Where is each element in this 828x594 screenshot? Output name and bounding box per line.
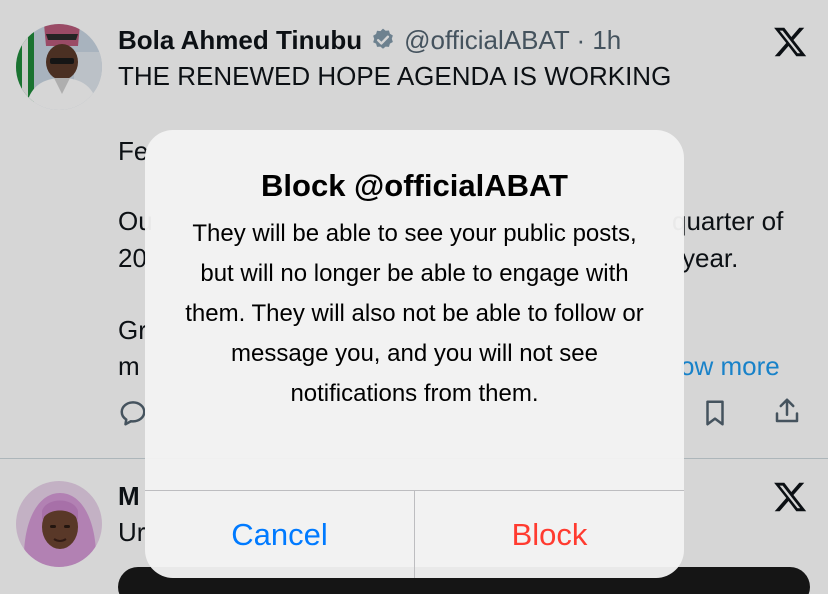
block-confirmation-dialog: Block @officialABAT They will be able to… [145,130,684,578]
dialog-title: Block @officialABAT [261,168,568,203]
cancel-button[interactable]: Cancel [145,491,414,578]
dialog-message: They will be able to see your public pos… [185,220,644,407]
timeline-feed: Bola Ahmed Tinubu @officialABAT · 1h THE… [0,0,828,594]
block-button[interactable]: Block [415,491,684,578]
